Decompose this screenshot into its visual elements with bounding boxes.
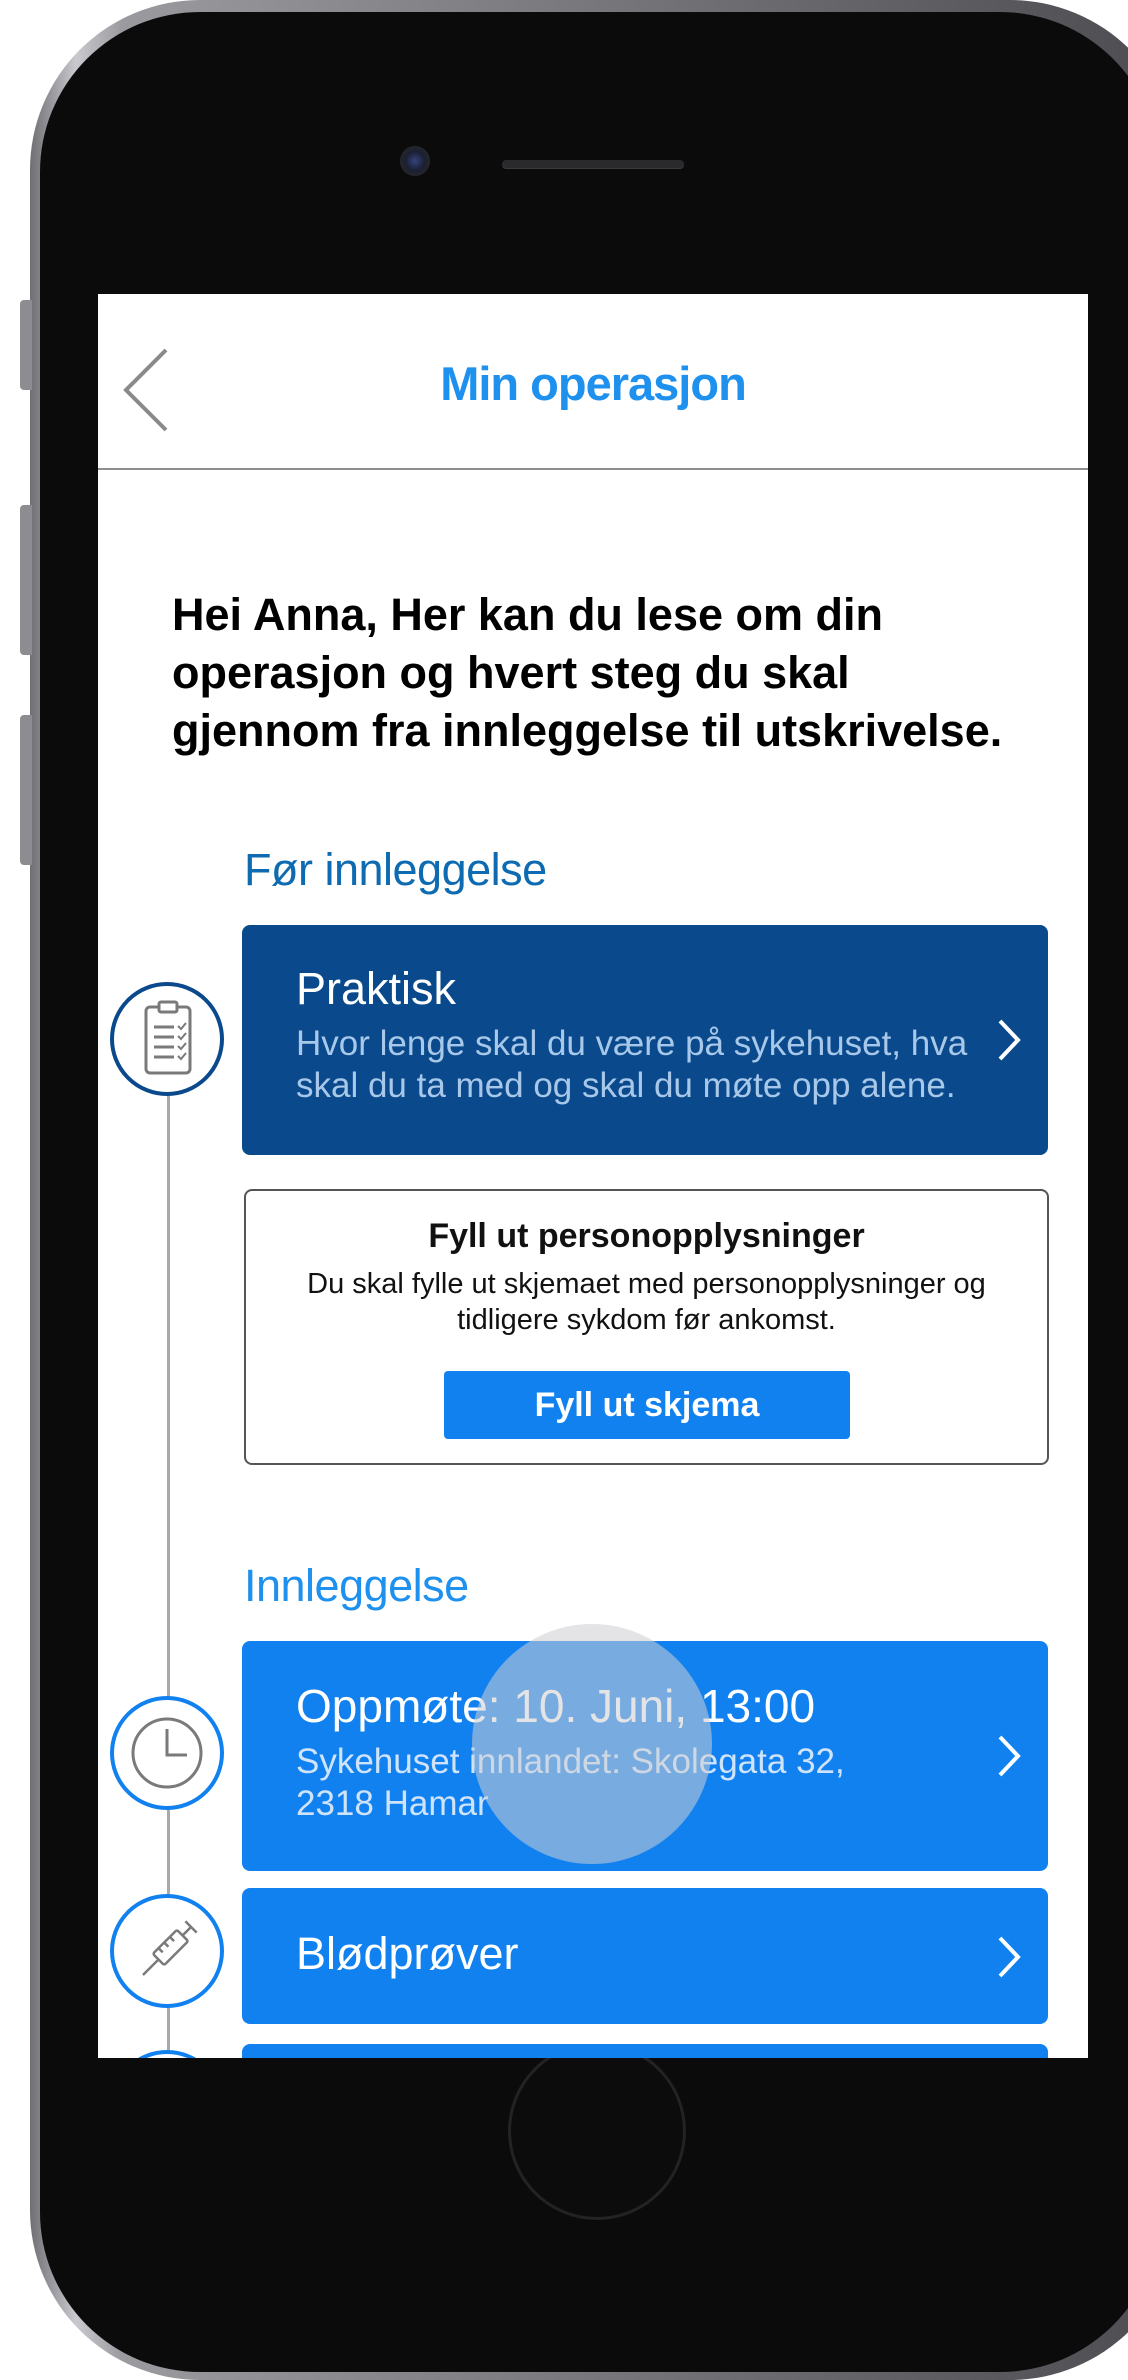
greeting-text: Hei Anna, Her kan du lese om din operasj… bbox=[172, 589, 1003, 756]
page-title: Min operasjon bbox=[440, 357, 747, 410]
praktisk-subtitle: Hvor lenge skal du være på sykehuset, hv… bbox=[296, 1024, 968, 1105]
personal-info-form-box: Fyll ut personopplysninger Du skal fylle… bbox=[244, 1189, 1049, 1465]
clock-icon bbox=[110, 1696, 224, 1810]
blodprover-card[interactable]: Blødprøver bbox=[242, 1888, 1048, 2024]
mute-switch bbox=[20, 300, 32, 390]
earpiece-speaker bbox=[502, 160, 684, 168]
chevron-right-icon bbox=[998, 1936, 1021, 1978]
volume-up-button bbox=[20, 505, 32, 655]
form-title: Fyll ut personopplysninger bbox=[428, 1217, 865, 1255]
form-description: Du skal fylle ut skjemaet med personoppl… bbox=[307, 1268, 986, 1336]
section-heading-innleggelse: Innleggelse bbox=[244, 1560, 469, 1611]
praktisk-title: Praktisk bbox=[296, 963, 457, 1014]
section-heading-for-innleggelse: Før innleggelse bbox=[244, 844, 547, 895]
chevron-right-icon bbox=[998, 1019, 1021, 1061]
chevron-right-icon bbox=[998, 1735, 1021, 1777]
app-screen: Min operasjon Hei Anna, Her kan du lese … bbox=[98, 294, 1088, 2058]
next-card[interactable] bbox=[242, 2044, 1048, 2058]
front-camera bbox=[400, 146, 430, 176]
touch-indicator bbox=[472, 1624, 712, 1864]
navigation-bar: Min operasjon bbox=[98, 294, 1088, 470]
next-node-icon bbox=[110, 2050, 224, 2058]
syringe-icon bbox=[110, 1894, 224, 2008]
praktisk-card[interactable]: Praktisk Hvor lenge skal du være på syke… bbox=[242, 925, 1048, 1155]
volume-down-button bbox=[20, 715, 32, 865]
fill-form-button[interactable]: Fyll ut skjema bbox=[444, 1371, 850, 1439]
blodprover-title: Blødprøver bbox=[296, 1928, 519, 1979]
home-button[interactable] bbox=[508, 2042, 686, 2220]
clipboard-icon bbox=[110, 982, 224, 1096]
